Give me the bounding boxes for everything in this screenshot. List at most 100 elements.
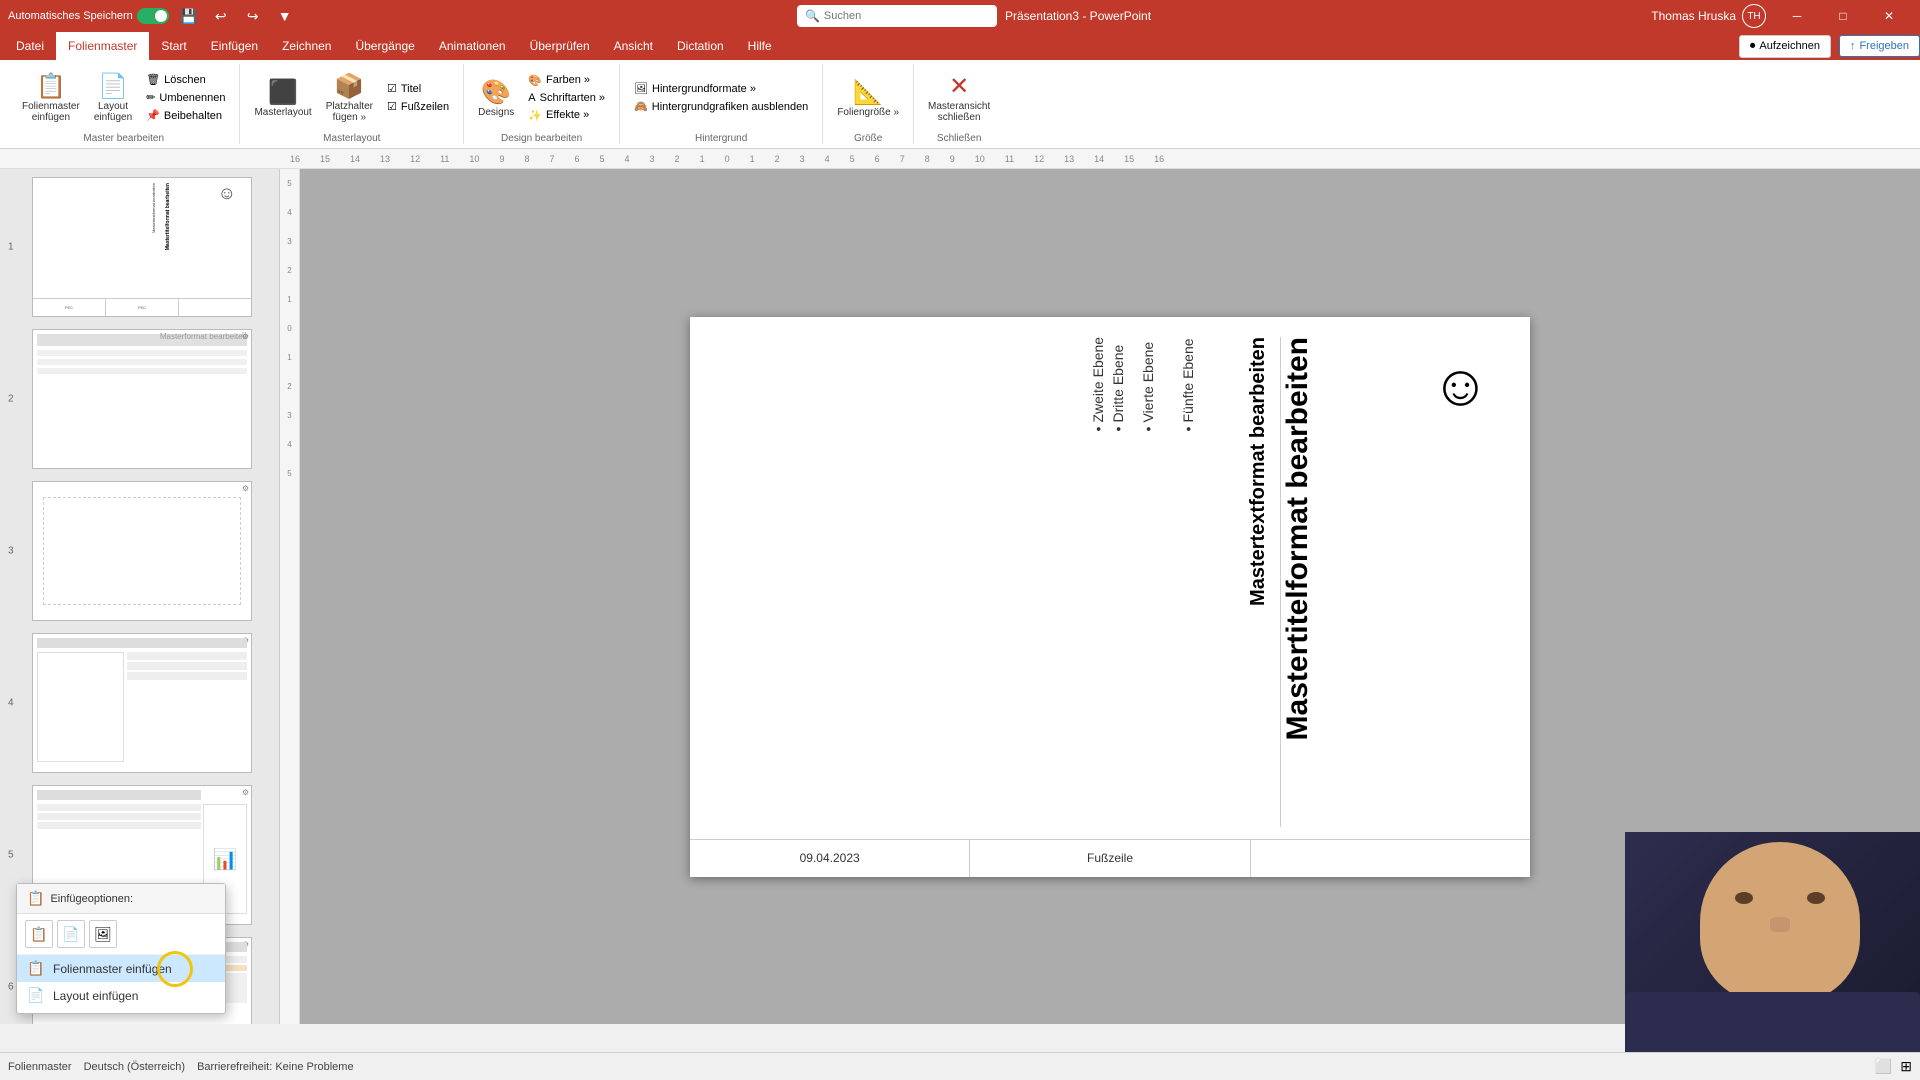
footer-center[interactable]: Fußzeile [970, 840, 1250, 877]
tab-animationen[interactable]: Animationen [427, 32, 518, 60]
ribbon-right-actions: ⏺ Aufzeichnen ↑ Freigeben [1739, 32, 1920, 60]
tab-zeichnen[interactable]: Zeichnen [270, 32, 343, 60]
ribbon-tabs: Datei Folienmaster Start Einfügen Zeichn… [0, 32, 1920, 60]
footer-right[interactable] [1251, 840, 1530, 877]
designs-label: Designs [478, 107, 514, 118]
tab-start[interactable]: Start [149, 32, 198, 60]
slide-sorter-button[interactable]: ⊞ [1900, 1058, 1912, 1075]
search-input[interactable] [824, 10, 989, 22]
user-name: Thomas Hruska [1651, 9, 1736, 23]
ruler-marks: 16 15 14 13 12 11 10 9 8 7 6 5 4 3 2 1 0… [290, 154, 1920, 164]
footer-date[interactable]: 09.04.2023 [690, 840, 970, 877]
design-stack: 🎨 Farben » A Schriftarten » ✨ Effekte » [522, 72, 611, 124]
share-button[interactable]: ↑ Freigeben [1839, 35, 1920, 57]
layout-einfuegen-button[interactable]: 📄 Layouteinfügen [88, 68, 138, 127]
tab-ueberpruefen[interactable]: Überprüfen [518, 32, 602, 60]
tab-dictation[interactable]: Dictation [665, 32, 736, 60]
platzhalter-label: Platzhalterfügen » [326, 101, 373, 123]
save-button[interactable]: 💾 [177, 4, 201, 28]
tab-hilfe[interactable]: Hilfe [736, 32, 784, 60]
slide-canvas[interactable]: Mastertextformat bearbeiten • Zweite Ebe… [690, 317, 1530, 877]
folienmaster-ctx-icon: 📋 [27, 960, 45, 977]
fusszeilen-button[interactable]: ☑ Fußzeilen [381, 98, 455, 115]
slide-thumb-2[interactable]: Masterformat bearbeiten 📋 ⚙ [32, 329, 252, 469]
title-bar: Automatisches Speichern 💾 ↩ ↪ ▼ 🔍 Präsen… [0, 0, 1920, 32]
umbenennen-icon: ✏ [146, 91, 155, 104]
umbenennen-button[interactable]: ✏ Umbenennen [140, 89, 231, 106]
status-right: ⬜ ⊞ [1875, 1058, 1912, 1075]
paste-format-btn-3[interactable]: 🖼 [89, 920, 117, 948]
status-accessibility: Barrierefreiheit: Keine Probleme [197, 1061, 354, 1073]
folienmaster-einfuegen-icon: 📋 [36, 72, 66, 101]
masteransicht-schliessen-button[interactable]: ✕ Masteransichtschließen [922, 68, 996, 127]
bullet-level-2: Zweite Ebene [1090, 337, 1106, 423]
search-icon: 🔍 [805, 9, 820, 23]
slide-bullet-column[interactable]: • Zweite Ebene • Dritte Ebene • Vierte E… [1090, 337, 1226, 432]
farben-button[interactable]: 🎨 Farben » [522, 72, 611, 89]
more-button[interactable]: ▼ [273, 4, 297, 28]
normal-view-button[interactable]: ⬜ [1875, 1058, 1892, 1075]
paste-format-btn-1[interactable]: 📋 [25, 920, 53, 948]
slide-number-3: 3 [8, 546, 14, 557]
context-menu-item-layout[interactable]: 📄 Layout einfügen [17, 982, 225, 1009]
tab-datei[interactable]: Datei [4, 32, 56, 60]
schliessen-items: ✕ Masteransichtschließen [922, 64, 996, 131]
title-bar-left: Automatisches Speichern 💾 ↩ ↪ ▼ [8, 4, 297, 28]
paste-format-btn-2[interactable]: 📄 [57, 920, 85, 948]
tab-uebergaenge[interactable]: Übergänge [343, 32, 426, 60]
list-item: 2 Masterformat bearbeiten 📋 ⚙ [4, 325, 275, 473]
bullet-level-3: Dritte Ebene [1110, 344, 1126, 422]
record-button[interactable]: ⏺ Aufzeichnen [1739, 35, 1831, 58]
masterlayout-button[interactable]: ⬛ Masterlayout [248, 74, 317, 122]
schriftarten-button[interactable]: A Schriftarten » [522, 90, 611, 106]
slide-number-2: 2 [8, 394, 14, 405]
slide-thumb-4[interactable]: ⚙ [32, 633, 252, 773]
user-initials: TH [1747, 11, 1760, 22]
hintergrundgrafiken-icon: 🙈 [634, 100, 648, 113]
beibehalten-button[interactable]: 📌 Beibehalten [140, 107, 231, 124]
masteransicht-label: Masteransichtschließen [928, 101, 990, 123]
hintergrundgrafiken-button[interactable]: 🙈 Hintergrundgrafiken ausblenden [628, 98, 814, 115]
title-bar-center: 🔍 Präsentation3 - PowerPoint [797, 5, 1151, 27]
hintergrund-items: 🖼 Hintergrundformate » 🙈 Hintergrundgraf… [628, 64, 814, 131]
tab-ansicht[interactable]: Ansicht [602, 32, 665, 60]
hintergrundformate-button[interactable]: 🖼 Hintergrundformate » [628, 80, 814, 97]
slide-text-column[interactable]: Mastertextformat bearbeiten [1236, 337, 1270, 606]
ribbon: Datei Folienmaster Start Einfügen Zeichn… [0, 32, 1920, 149]
tab-einfuegen[interactable]: Einfügen [199, 32, 270, 60]
tab-folienmaster[interactable]: Folienmaster [56, 32, 149, 60]
search-box[interactable]: 🔍 [797, 5, 997, 27]
slide-thumb-1[interactable]: Mastertitelformat bearbeiten Mastertextf… [32, 177, 252, 317]
master-bearbeiten-label: Master bearbeiten [83, 133, 164, 144]
titel-button[interactable]: ☑ Titel [381, 80, 455, 97]
foliengroesse-icon: 📐 [853, 78, 883, 107]
autosave-toggle[interactable]: Automatisches Speichern [8, 8, 169, 24]
designs-button[interactable]: 🎨 Designs [472, 74, 520, 122]
autosave-label: Automatisches Speichern [8, 10, 133, 22]
autosave-toggle-pill[interactable] [137, 8, 169, 24]
farben-icon: 🎨 [528, 74, 542, 87]
context-menu-folienmaster-label: Folienmaster einfügen [53, 962, 172, 976]
loeschen-button[interactable]: 🗑 Löschen [140, 71, 231, 88]
foliengroesse-button[interactable]: 📐 Foliengröße » [831, 74, 905, 122]
redo-button[interactable]: ↪ [241, 4, 265, 28]
close-button[interactable]: ✕ [1866, 0, 1912, 32]
hintergrundformate-icon: 🖼 [634, 82, 648, 95]
maximize-button[interactable]: □ [1820, 0, 1866, 32]
context-menu-item-folienmaster[interactable]: 📋 Folienmaster einfügen [17, 955, 225, 982]
webcam-video [1625, 832, 1920, 1052]
minimize-button[interactable]: ─ [1774, 0, 1820, 32]
loeschen-icon: 🗑 [146, 73, 160, 86]
slide-title-vertical[interactable]: Mastertitelformat bearbeiten [1281, 337, 1329, 740]
list-item: 3 ⚙ [4, 477, 275, 625]
farben-label: Farben » [546, 74, 590, 86]
ribbon-group-schliessen: ✕ Masteransichtschließen Schließen [914, 64, 1004, 144]
slide-number-4: 4 [8, 698, 14, 709]
platzhalter-button[interactable]: 📦 Platzhalterfügen » [320, 68, 379, 127]
effekte-icon: ✨ [528, 109, 542, 122]
effekte-button[interactable]: ✨ Effekte » [522, 107, 611, 124]
slide-thumb-3[interactable]: ⚙ [32, 481, 252, 621]
undo-button[interactable]: ↩ [209, 4, 233, 28]
ribbon-group-groesse: 📐 Foliengröße » Größe [823, 64, 914, 144]
folienmaster-einfuegen-button[interactable]: 📋 Folienmastereinfügen [16, 68, 86, 127]
